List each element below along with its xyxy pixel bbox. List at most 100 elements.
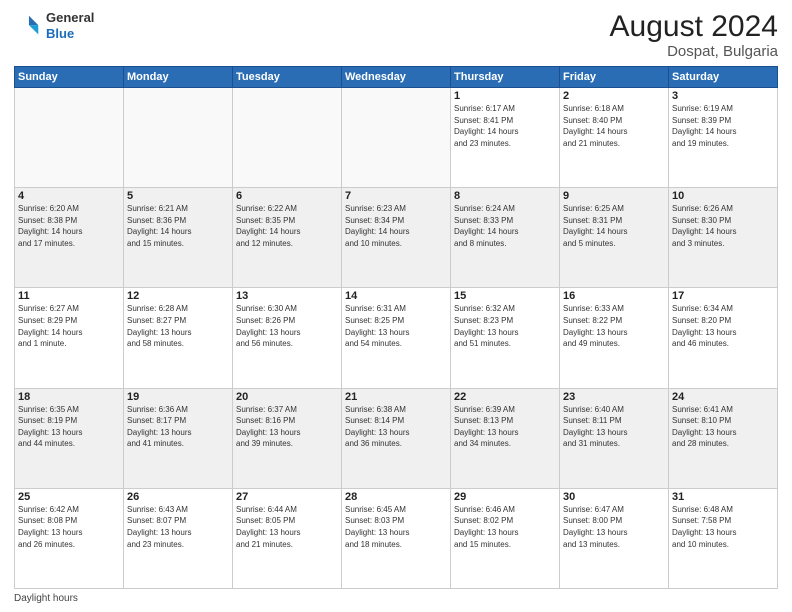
calendar-cell: 17Sunrise: 6:34 AM Sunset: 8:20 PM Dayli… bbox=[669, 288, 778, 388]
calendar-cell: 28Sunrise: 6:45 AM Sunset: 8:03 PM Dayli… bbox=[342, 488, 451, 588]
page: General Blue August 2024 Dospat, Bulgari… bbox=[0, 0, 792, 612]
calendar-cell: 7Sunrise: 6:23 AM Sunset: 8:34 PM Daylig… bbox=[342, 188, 451, 288]
day-info: Sunrise: 6:39 AM Sunset: 8:13 PM Dayligh… bbox=[454, 404, 556, 450]
day-info: Sunrise: 6:41 AM Sunset: 8:10 PM Dayligh… bbox=[672, 404, 774, 450]
day-number: 29 bbox=[454, 491, 556, 503]
calendar-cell: 25Sunrise: 6:42 AM Sunset: 8:08 PM Dayli… bbox=[15, 488, 124, 588]
footer: Daylight hours bbox=[14, 593, 778, 604]
day-info: Sunrise: 6:47 AM Sunset: 8:00 PM Dayligh… bbox=[563, 504, 665, 550]
weekday-header-monday: Monday bbox=[124, 67, 233, 88]
weekday-header-wednesday: Wednesday bbox=[342, 67, 451, 88]
day-info: Sunrise: 6:32 AM Sunset: 8:23 PM Dayligh… bbox=[454, 303, 556, 349]
day-number: 18 bbox=[18, 391, 120, 403]
day-info: Sunrise: 6:45 AM Sunset: 8:03 PM Dayligh… bbox=[345, 504, 447, 550]
day-info: Sunrise: 6:25 AM Sunset: 8:31 PM Dayligh… bbox=[563, 203, 665, 249]
day-number: 31 bbox=[672, 491, 774, 503]
day-info: Sunrise: 6:31 AM Sunset: 8:25 PM Dayligh… bbox=[345, 303, 447, 349]
week-row-2: 4Sunrise: 6:20 AM Sunset: 8:38 PM Daylig… bbox=[15, 188, 778, 288]
day-number: 13 bbox=[236, 290, 338, 302]
day-number: 22 bbox=[454, 391, 556, 403]
calendar-cell: 18Sunrise: 6:35 AM Sunset: 8:19 PM Dayli… bbox=[15, 388, 124, 488]
calendar-table: SundayMondayTuesdayWednesdayThursdayFrid… bbox=[14, 66, 778, 589]
calendar-cell: 4Sunrise: 6:20 AM Sunset: 8:38 PM Daylig… bbox=[15, 188, 124, 288]
day-info: Sunrise: 6:35 AM Sunset: 8:19 PM Dayligh… bbox=[18, 404, 120, 450]
calendar-cell: 9Sunrise: 6:25 AM Sunset: 8:31 PM Daylig… bbox=[560, 188, 669, 288]
weekday-header-sunday: Sunday bbox=[15, 67, 124, 88]
calendar-cell: 20Sunrise: 6:37 AM Sunset: 8:16 PM Dayli… bbox=[233, 388, 342, 488]
calendar-cell: 16Sunrise: 6:33 AM Sunset: 8:22 PM Dayli… bbox=[560, 288, 669, 388]
calendar-cell: 11Sunrise: 6:27 AM Sunset: 8:29 PM Dayli… bbox=[15, 288, 124, 388]
logo-text: General Blue bbox=[46, 10, 94, 41]
day-number: 6 bbox=[236, 190, 338, 202]
calendar-cell: 27Sunrise: 6:44 AM Sunset: 8:05 PM Dayli… bbox=[233, 488, 342, 588]
day-number: 23 bbox=[563, 391, 665, 403]
day-info: Sunrise: 6:36 AM Sunset: 8:17 PM Dayligh… bbox=[127, 404, 229, 450]
header: General Blue August 2024 Dospat, Bulgari… bbox=[14, 10, 778, 60]
calendar-cell: 1Sunrise: 6:17 AM Sunset: 8:41 PM Daylig… bbox=[451, 88, 560, 188]
day-info: Sunrise: 6:44 AM Sunset: 8:05 PM Dayligh… bbox=[236, 504, 338, 550]
day-info: Sunrise: 6:24 AM Sunset: 8:33 PM Dayligh… bbox=[454, 203, 556, 249]
month-year: August 2024 bbox=[610, 10, 778, 43]
calendar-cell: 21Sunrise: 6:38 AM Sunset: 8:14 PM Dayli… bbox=[342, 388, 451, 488]
day-info: Sunrise: 6:17 AM Sunset: 8:41 PM Dayligh… bbox=[454, 103, 556, 149]
day-info: Sunrise: 6:48 AM Sunset: 7:58 PM Dayligh… bbox=[672, 504, 774, 550]
logo-blue-text: Blue bbox=[46, 26, 94, 42]
title-block: August 2024 Dospat, Bulgaria bbox=[610, 10, 778, 60]
day-number: 9 bbox=[563, 190, 665, 202]
logo-general-text: General bbox=[46, 10, 94, 26]
day-info: Sunrise: 6:23 AM Sunset: 8:34 PM Dayligh… bbox=[345, 203, 447, 249]
day-info: Sunrise: 6:33 AM Sunset: 8:22 PM Dayligh… bbox=[563, 303, 665, 349]
day-info: Sunrise: 6:19 AM Sunset: 8:39 PM Dayligh… bbox=[672, 103, 774, 149]
day-info: Sunrise: 6:18 AM Sunset: 8:40 PM Dayligh… bbox=[563, 103, 665, 149]
day-number: 12 bbox=[127, 290, 229, 302]
weekday-header-saturday: Saturday bbox=[669, 67, 778, 88]
calendar-cell: 14Sunrise: 6:31 AM Sunset: 8:25 PM Dayli… bbox=[342, 288, 451, 388]
day-number: 19 bbox=[127, 391, 229, 403]
day-number: 2 bbox=[563, 90, 665, 102]
day-number: 15 bbox=[454, 290, 556, 302]
week-row-4: 18Sunrise: 6:35 AM Sunset: 8:19 PM Dayli… bbox=[15, 388, 778, 488]
day-number: 8 bbox=[454, 190, 556, 202]
weekday-header-row: SundayMondayTuesdayWednesdayThursdayFrid… bbox=[15, 67, 778, 88]
week-row-1: 1Sunrise: 6:17 AM Sunset: 8:41 PM Daylig… bbox=[15, 88, 778, 188]
day-info: Sunrise: 6:22 AM Sunset: 8:35 PM Dayligh… bbox=[236, 203, 338, 249]
day-number: 24 bbox=[672, 391, 774, 403]
day-info: Sunrise: 6:28 AM Sunset: 8:27 PM Dayligh… bbox=[127, 303, 229, 349]
day-info: Sunrise: 6:34 AM Sunset: 8:20 PM Dayligh… bbox=[672, 303, 774, 349]
location: Dospat, Bulgaria bbox=[610, 43, 778, 60]
calendar-cell: 26Sunrise: 6:43 AM Sunset: 8:07 PM Dayli… bbox=[124, 488, 233, 588]
calendar-cell bbox=[342, 88, 451, 188]
day-info: Sunrise: 6:30 AM Sunset: 8:26 PM Dayligh… bbox=[236, 303, 338, 349]
day-number: 5 bbox=[127, 190, 229, 202]
day-number: 1 bbox=[454, 90, 556, 102]
day-number: 17 bbox=[672, 290, 774, 302]
calendar-cell: 15Sunrise: 6:32 AM Sunset: 8:23 PM Dayli… bbox=[451, 288, 560, 388]
day-info: Sunrise: 6:38 AM Sunset: 8:14 PM Dayligh… bbox=[345, 404, 447, 450]
calendar-cell bbox=[124, 88, 233, 188]
day-info: Sunrise: 6:26 AM Sunset: 8:30 PM Dayligh… bbox=[672, 203, 774, 249]
calendar-cell: 8Sunrise: 6:24 AM Sunset: 8:33 PM Daylig… bbox=[451, 188, 560, 288]
calendar-cell: 6Sunrise: 6:22 AM Sunset: 8:35 PM Daylig… bbox=[233, 188, 342, 288]
week-row-3: 11Sunrise: 6:27 AM Sunset: 8:29 PM Dayli… bbox=[15, 288, 778, 388]
day-info: Sunrise: 6:46 AM Sunset: 8:02 PM Dayligh… bbox=[454, 504, 556, 550]
day-number: 10 bbox=[672, 190, 774, 202]
day-info: Sunrise: 6:43 AM Sunset: 8:07 PM Dayligh… bbox=[127, 504, 229, 550]
day-info: Sunrise: 6:40 AM Sunset: 8:11 PM Dayligh… bbox=[563, 404, 665, 450]
weekday-header-friday: Friday bbox=[560, 67, 669, 88]
calendar-cell: 22Sunrise: 6:39 AM Sunset: 8:13 PM Dayli… bbox=[451, 388, 560, 488]
day-info: Sunrise: 6:20 AM Sunset: 8:38 PM Dayligh… bbox=[18, 203, 120, 249]
day-info: Sunrise: 6:21 AM Sunset: 8:36 PM Dayligh… bbox=[127, 203, 229, 249]
day-number: 26 bbox=[127, 491, 229, 503]
calendar-cell: 3Sunrise: 6:19 AM Sunset: 8:39 PM Daylig… bbox=[669, 88, 778, 188]
calendar-cell: 29Sunrise: 6:46 AM Sunset: 8:02 PM Dayli… bbox=[451, 488, 560, 588]
calendar-cell: 24Sunrise: 6:41 AM Sunset: 8:10 PM Dayli… bbox=[669, 388, 778, 488]
day-number: 4 bbox=[18, 190, 120, 202]
day-number: 7 bbox=[345, 190, 447, 202]
day-info: Sunrise: 6:42 AM Sunset: 8:08 PM Dayligh… bbox=[18, 504, 120, 550]
weekday-header-thursday: Thursday bbox=[451, 67, 560, 88]
calendar-cell: 10Sunrise: 6:26 AM Sunset: 8:30 PM Dayli… bbox=[669, 188, 778, 288]
calendar-cell bbox=[233, 88, 342, 188]
calendar-cell: 12Sunrise: 6:28 AM Sunset: 8:27 PM Dayli… bbox=[124, 288, 233, 388]
day-number: 3 bbox=[672, 90, 774, 102]
day-number: 20 bbox=[236, 391, 338, 403]
